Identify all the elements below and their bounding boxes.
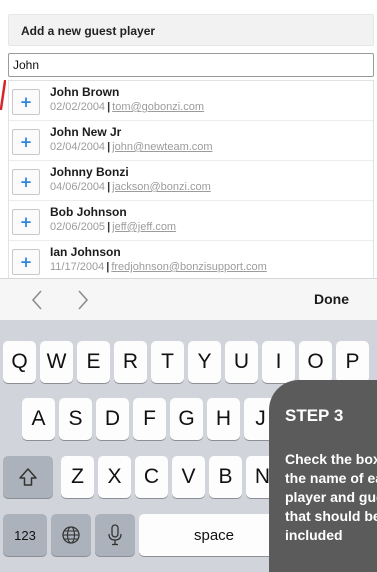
key-p[interactable]: P [336,341,369,383]
search-results-list: + John Brown 02/02/2004 | tom@gobonzi.com … [8,80,374,278]
key-g[interactable]: G [170,398,203,440]
chevron-left-icon [31,290,42,310]
player-name: Ian Johnson [50,245,121,259]
key-i[interactable]: I [262,341,295,383]
key-o[interactable]: O [299,341,332,383]
space-key[interactable]: space [139,514,289,556]
step-title: STEP 3 [285,406,344,425]
key-y[interactable]: Y [188,341,221,383]
result-row: + Ian Johnson 11/17/2004 | fredjohnson@bon… [9,241,373,278]
add-guest-button[interactable]: + [12,89,40,115]
key-t[interactable]: T [151,341,184,383]
red-annotation-mark [0,80,6,110]
player-birthdate: 04/06/2004 [50,181,106,193]
add-guest-button[interactable]: + [12,129,40,155]
plus-icon: + [19,172,33,191]
key-e[interactable]: E [77,341,110,383]
next-field-button[interactable] [72,288,94,312]
player-birthdate: 02/04/2004 [50,141,106,153]
result-row: + John New Jr 02/04/2004 | john@newteam.co… [9,121,373,161]
key-x[interactable]: X [98,456,131,498]
result-row: + John Brown 02/02/2004 | tom@gobonzi.com [9,81,373,121]
plus-icon: + [19,132,33,151]
key-b[interactable]: B [209,456,242,498]
key-w[interactable]: W [40,341,73,383]
key-r[interactable]: R [114,341,147,383]
globe-icon [62,526,80,544]
chevron-right-icon [78,290,89,310]
globe-key[interactable] [51,514,91,556]
plus-icon: + [19,92,33,111]
player-email-link[interactable]: fredjohnson@bonzisupport.com [111,261,266,273]
add-guest-button[interactable]: + [12,249,40,275]
add-guest-button[interactable]: + [12,169,40,195]
result-row: + Johnny Bonzi 04/06/2004 | jackson@bonzi.… [9,161,373,201]
done-button[interactable]: Done [314,291,349,307]
player-birthdate: 02/02/2004 [50,101,106,113]
player-name: John New Jr [50,125,122,139]
key-f[interactable]: F [133,398,166,440]
key-h[interactable]: H [207,398,240,440]
player-name: John Brown [50,85,120,99]
player-email-link[interactable]: tom@gobonzi.com [112,101,204,113]
key-u[interactable]: U [225,341,258,383]
guest-player-panel: Add a new guest player + John Brown 02/0… [0,0,377,278]
player-name: Bob Johnson [50,205,127,219]
shift-arrow-icon [19,468,37,486]
plus-icon: + [19,252,33,271]
dictation-key[interactable] [95,514,135,556]
panel-title: Add a new guest player [21,24,156,38]
microphone-icon [108,524,122,546]
plus-icon: + [19,212,33,231]
guest-search-input[interactable] [8,53,374,77]
player-birthdate: 11/17/2004 [50,261,105,273]
key-a[interactable]: A [22,398,55,440]
player-email-link[interactable]: jeff@jeff.com [112,221,176,233]
key-q[interactable]: Q [3,341,36,383]
player-email-link[interactable]: john@newteam.com [112,141,212,153]
numbers-key[interactable]: 123 [3,514,47,556]
key-s[interactable]: S [59,398,92,440]
result-row: + Bob Johnson 02/06/2005 | jeff@jeff.com [9,201,373,241]
panel-header: Add a new guest player [8,14,374,46]
previous-field-button[interactable] [26,288,48,312]
key-z[interactable]: Z [61,456,94,498]
add-guest-button[interactable]: + [12,209,40,235]
player-email-link[interactable]: jackson@bonzi.com [112,181,211,193]
key-v[interactable]: V [172,456,205,498]
shift-key[interactable] [3,456,53,498]
keyboard-accessory-bar: Done [0,278,377,320]
step-instruction-overlay: STEP 3 Check the box next to the name of… [269,380,377,572]
step-description: Check the box next to the name of each p… [285,451,377,543]
key-d[interactable]: D [96,398,129,440]
player-birthdate: 02/06/2005 [50,221,106,233]
player-name: Johnny Bonzi [50,165,129,179]
key-c[interactable]: C [135,456,168,498]
